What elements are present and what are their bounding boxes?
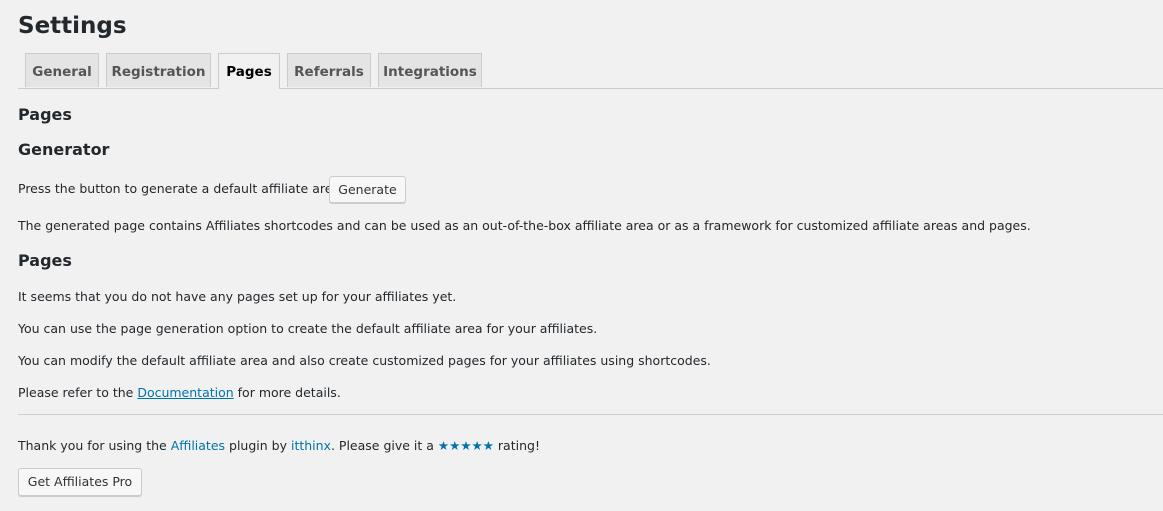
generator-heading: Generator xyxy=(18,140,110,159)
pages-info-line-1: It seems that you do not have any pages … xyxy=(18,289,457,304)
tab-general[interactable]: General xyxy=(25,53,99,87)
pages-info-line-2: You can use the page generation option t… xyxy=(18,321,598,336)
thanks-prefix: Thank you for using the xyxy=(18,438,171,453)
refer-suffix: for more details. xyxy=(233,385,341,400)
tab-integrations[interactable]: Integrations xyxy=(378,53,482,87)
affiliates-plugin-link[interactable]: Affiliates xyxy=(171,438,225,453)
settings-page: Settings General Registration Pages Refe… xyxy=(0,0,1163,511)
tab-registration[interactable]: Registration xyxy=(106,53,211,87)
tab-referrals[interactable]: Referrals xyxy=(287,53,371,87)
generator-instruction: Press the button to generate a default a… xyxy=(18,181,345,196)
pages-section-heading: Pages xyxy=(18,251,72,270)
footer-thanks: Thank you for using the Affiliates plugi… xyxy=(18,438,540,453)
tab-pages[interactable]: Pages xyxy=(218,53,280,89)
footer-divider xyxy=(18,414,1163,415)
plugin-by-text: plugin by xyxy=(225,438,291,453)
refer-prefix: Please refer to the xyxy=(18,385,138,400)
tab-bar: General Registration Pages Referrals Int… xyxy=(18,53,1163,89)
page-title: Settings xyxy=(18,13,127,39)
pages-heading: Pages xyxy=(18,105,72,124)
rating-stars-icon[interactable]: ★★★★★ xyxy=(438,438,494,453)
get-affiliates-pro-button[interactable]: Get Affiliates Pro xyxy=(18,468,142,496)
itthinx-link[interactable]: itthinx xyxy=(291,438,331,453)
rating-prefix: . Please give it a xyxy=(330,438,438,453)
documentation-reference: Please refer to the Documentation for mo… xyxy=(18,385,341,400)
generator-description: The generated page contains Affiliates s… xyxy=(18,218,1031,233)
rating-suffix: rating! xyxy=(493,438,540,453)
generate-button[interactable]: Generate xyxy=(329,176,406,203)
pages-info-line-3: You can modify the default affiliate are… xyxy=(18,353,711,368)
documentation-link[interactable]: Documentation xyxy=(137,385,233,400)
